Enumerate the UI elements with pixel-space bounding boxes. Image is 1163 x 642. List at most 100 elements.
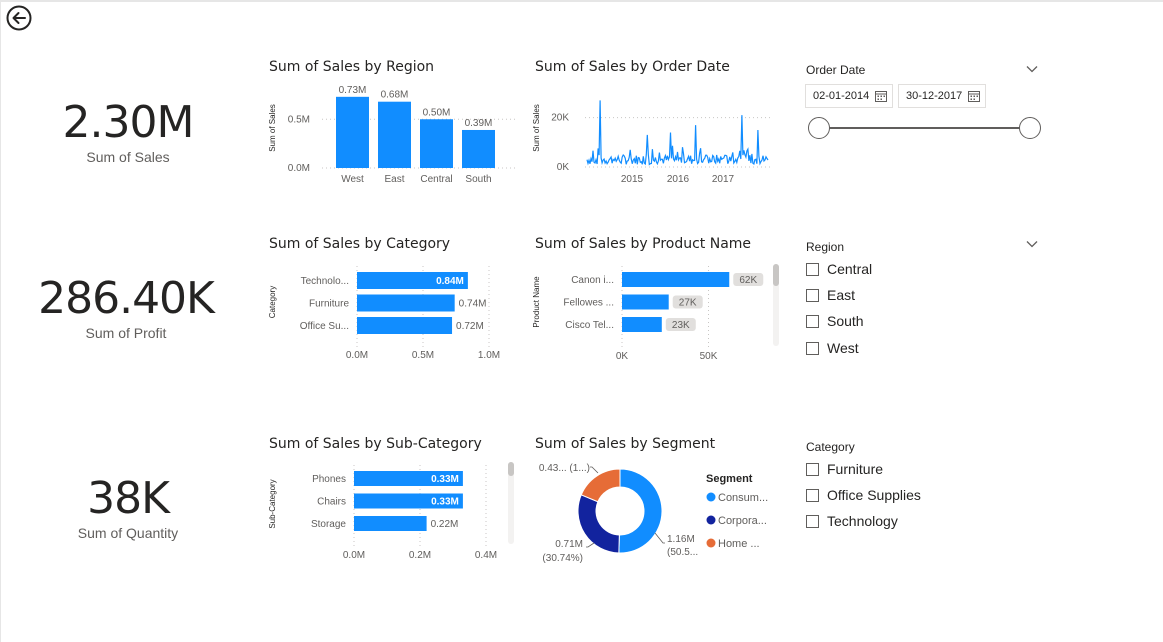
x-tick-label: 0.0M xyxy=(346,350,368,361)
data-label: 0.33M xyxy=(431,497,459,508)
order-date-chart-title: Sum of Sales by Order Date xyxy=(535,59,730,75)
y-axis-title: Sub-Category xyxy=(268,479,277,528)
order-date-line-chart[interactable]: Sum of Sales 0K 20K 2015 2016 2017 xyxy=(528,80,778,190)
data-label: 62K xyxy=(739,275,757,286)
chevron-down-icon[interactable] xyxy=(1025,237,1039,251)
sales-line xyxy=(586,100,769,166)
checkbox[interactable] xyxy=(806,262,819,276)
legend-entry: Corpora... xyxy=(718,515,767,527)
region-option-east[interactable]: East xyxy=(806,287,855,303)
data-label: 0.50M xyxy=(423,107,451,118)
legend-entry: Home ... xyxy=(718,538,760,550)
slice-label: (30.74%) xyxy=(542,553,583,564)
data-label: 0.39M xyxy=(465,118,493,129)
y-tick-label: Canon i... xyxy=(571,275,614,286)
category-bar-chart[interactable]: Category 0.0M 0.5M 1.0M Technolo... 0.84M Furn… xyxy=(262,262,522,367)
donut-slice xyxy=(577,494,620,554)
subcategory-bar-chart[interactable]: Sub-Category 0.0M 0.2M 0.4M Phones 0.33M Chair… xyxy=(262,462,522,567)
checkbox[interactable] xyxy=(806,341,819,355)
option-label: West xyxy=(827,340,859,356)
start-date-input[interactable]: 02-01-2014 xyxy=(805,84,893,108)
option-label: Central xyxy=(827,261,873,277)
data-label: 0.33M xyxy=(431,474,459,485)
order-date-slicer-title: Order Date xyxy=(806,63,866,77)
chevron-down-icon[interactable] xyxy=(1025,62,1039,76)
checkbox[interactable] xyxy=(806,462,819,476)
leader-line xyxy=(586,542,595,548)
bar xyxy=(622,272,730,287)
leader-line xyxy=(654,532,665,544)
left-border xyxy=(0,0,1,642)
option-label: South xyxy=(827,313,864,329)
product-chart-scrollbar[interactable] xyxy=(773,264,779,346)
checkbox[interactable] xyxy=(806,514,819,528)
segment-donut-chart[interactable]: 1.16M (50.5... 0.71M (30.74%) 0.43... (1...)… xyxy=(528,455,788,575)
slice-label: (50.5... xyxy=(667,547,698,558)
slider-end-handle[interactable] xyxy=(1019,117,1041,139)
scrollbar-thumb[interactable] xyxy=(508,462,514,476)
checkbox[interactable] xyxy=(806,488,819,502)
category-slicer-title: Category xyxy=(806,440,855,454)
bar xyxy=(420,119,453,168)
category-chart-title: Sum of Sales by Category xyxy=(269,236,451,252)
option-label: Office Supplies xyxy=(827,487,921,503)
bar xyxy=(336,96,369,168)
x-tick-label: West xyxy=(341,174,364,185)
option-label: Furniture xyxy=(827,461,884,477)
region-option-central[interactable]: Central xyxy=(806,261,872,277)
product-bar-chart[interactable]: Product Name 0K 50K Canon i... 62K Fellowes .… xyxy=(528,262,778,367)
y-tick-label: Technolo... xyxy=(301,276,349,287)
region-slicer-title: Region xyxy=(806,240,845,254)
leader-line xyxy=(590,466,599,474)
start-date-value: 02-01-2014 xyxy=(813,90,870,102)
kpi-label: Sum of Quantity xyxy=(77,525,179,541)
donut-slice xyxy=(618,468,663,554)
data-label: 23K xyxy=(672,320,690,331)
y-tick-label: 0K xyxy=(557,162,570,173)
date-range-slider-track[interactable] xyxy=(818,127,1030,129)
legend-title: Segment xyxy=(706,473,753,485)
y-axis-title: Sum of Sales xyxy=(532,104,541,152)
bar xyxy=(354,516,427,531)
slice-label: 1.16M xyxy=(667,534,695,545)
kpi-label: Sum of Sales xyxy=(86,149,170,165)
data-label: 0.84M xyxy=(436,276,464,287)
bar xyxy=(357,317,453,334)
scrollbar-thumb[interactable] xyxy=(773,264,779,286)
x-tick-label: 0.2M xyxy=(409,550,431,561)
legend-marker xyxy=(706,492,716,502)
subcategory-chart-title: Sum of Sales by Sub-Category xyxy=(269,436,482,452)
back-arrow-icon[interactable] xyxy=(6,5,32,31)
category-option-technology[interactable]: Technology xyxy=(806,513,898,529)
region-option-south[interactable]: South xyxy=(806,313,864,329)
checkbox[interactable] xyxy=(806,288,819,302)
slice-label: 0.43... (1...) xyxy=(539,463,590,474)
category-option-furniture[interactable]: Furniture xyxy=(806,461,883,477)
top-border xyxy=(0,0,1163,2)
end-date-input[interactable]: 30-12-2017 xyxy=(898,84,986,108)
product-chart-title: Sum of Sales by Product Name xyxy=(535,236,752,252)
region-option-west[interactable]: West xyxy=(806,340,859,356)
y-axis-title: Category xyxy=(268,286,277,318)
y-tick-label: Furniture xyxy=(309,299,349,310)
y-tick-label: 20K xyxy=(551,113,569,124)
x-tick-label: East xyxy=(384,174,404,185)
x-tick-label: South xyxy=(465,174,491,185)
kpi-value: 286.40K xyxy=(38,273,215,324)
bar xyxy=(622,294,669,310)
bar xyxy=(378,101,411,168)
checkbox[interactable] xyxy=(806,314,819,328)
region-chart-title: Sum of Sales by Region xyxy=(269,59,435,75)
y-tick-label: Fellowes ... xyxy=(563,298,614,309)
calendar-icon[interactable] xyxy=(875,90,887,102)
legend-marker xyxy=(706,515,716,525)
calendar-icon[interactable] xyxy=(968,90,980,102)
subcategory-chart-scrollbar[interactable] xyxy=(508,462,514,544)
category-option-office-supplies[interactable]: Office Supplies xyxy=(806,487,921,503)
y-tick-label: Cisco Tel... xyxy=(565,320,614,331)
y-tick-label: 0.0M xyxy=(288,163,310,174)
region-bar-chart[interactable]: Sum of Sales 0.0M 0.5M 0.73M West 0.68M East 0.… xyxy=(262,80,522,190)
slice-label: 0.71M xyxy=(555,539,583,550)
data-label: 0.22M xyxy=(431,519,459,530)
slider-start-handle[interactable] xyxy=(808,117,830,139)
